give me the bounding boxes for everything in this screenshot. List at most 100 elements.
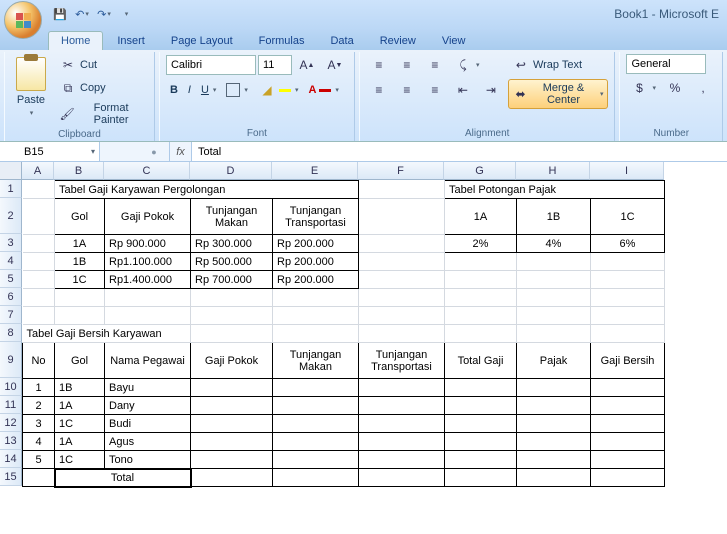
cell[interactable] xyxy=(445,307,517,325)
tab-insert[interactable]: Insert xyxy=(105,32,157,50)
cell[interactable] xyxy=(517,253,591,271)
copy-button[interactable]: ⧉Copy xyxy=(55,77,148,99)
decrease-indent-button[interactable]: ⇤ xyxy=(450,79,476,101)
cell[interactable] xyxy=(359,271,445,289)
cell[interactable] xyxy=(23,235,55,253)
cell[interactable] xyxy=(23,253,55,271)
cell[interactable]: Gaji Pokok xyxy=(191,343,273,379)
cell[interactable]: 3 xyxy=(23,415,55,433)
cell[interactable]: 2% xyxy=(445,235,517,253)
col-header[interactable]: E xyxy=(272,162,358,180)
col-header[interactable]: H xyxy=(516,162,590,180)
cell[interactable]: Rp 900.000 xyxy=(105,235,191,253)
cell[interactable]: Tunjangan Transportasi xyxy=(359,343,445,379)
cell[interactable] xyxy=(517,451,591,469)
cell[interactable] xyxy=(517,397,591,415)
cell[interactable]: No xyxy=(23,343,55,379)
align-middle-button[interactable]: ≡ xyxy=(394,54,420,76)
cell[interactable]: Rp 200.000 xyxy=(273,235,359,253)
cell[interactable]: Rp 700.000 xyxy=(191,271,273,289)
row-header[interactable]: 15 xyxy=(0,468,22,486)
col-header[interactable]: I xyxy=(590,162,664,180)
row-header[interactable]: 13 xyxy=(0,432,22,450)
cell[interactable]: 1A xyxy=(55,235,105,253)
cell[interactable] xyxy=(191,397,273,415)
cell[interactable]: Tono xyxy=(105,451,191,469)
cell[interactable] xyxy=(191,325,273,343)
comma-format-button[interactable]: , xyxy=(690,77,716,99)
col-header[interactable]: C xyxy=(104,162,190,180)
cell[interactable] xyxy=(445,415,517,433)
tab-page-layout[interactable]: Page Layout xyxy=(159,32,245,50)
cell[interactable] xyxy=(591,415,665,433)
row-header[interactable]: 1 xyxy=(0,180,22,198)
underline-button[interactable]: U▾ xyxy=(197,82,220,98)
cell[interactable] xyxy=(517,289,591,307)
cell[interactable] xyxy=(445,379,517,397)
borders-button[interactable]: ▾ xyxy=(222,81,252,99)
cell[interactable] xyxy=(55,307,105,325)
cell[interactable] xyxy=(359,235,445,253)
cell[interactable] xyxy=(191,415,273,433)
save-icon[interactable]: 💾 xyxy=(52,6,68,22)
cell[interactable]: 6% xyxy=(591,235,665,253)
cell[interactable] xyxy=(273,415,359,433)
grow-font-button[interactable]: A▲ xyxy=(294,54,320,76)
cell[interactable] xyxy=(359,451,445,469)
cell[interactable] xyxy=(359,325,445,343)
cell[interactable]: Gaji Pokok xyxy=(105,199,191,235)
cell[interactable]: Nama Pegawai xyxy=(105,343,191,379)
row-header[interactable]: 10 xyxy=(0,378,22,396)
cell[interactable]: Gol xyxy=(55,343,105,379)
cell[interactable] xyxy=(273,325,359,343)
cell[interactable]: 1C xyxy=(55,415,105,433)
row-header[interactable]: 7 xyxy=(0,306,22,324)
office-button[interactable] xyxy=(4,1,42,39)
cell[interactable]: Tabel Gaji Bersih Karyawan xyxy=(23,325,191,343)
cell[interactable] xyxy=(273,433,359,451)
cell[interactable] xyxy=(359,199,445,235)
fill-color-button[interactable]: ◢▾ xyxy=(254,79,303,101)
cell[interactable]: 4% xyxy=(517,235,591,253)
cell[interactable]: 2 xyxy=(23,397,55,415)
font-size-combo[interactable] xyxy=(258,55,292,75)
align-center-button[interactable]: ≡ xyxy=(394,79,420,101)
cell[interactable] xyxy=(445,433,517,451)
cell-selected[interactable]: Total xyxy=(55,469,191,487)
cell[interactable] xyxy=(359,433,445,451)
cell[interactable] xyxy=(191,469,273,487)
cell[interactable]: 1A xyxy=(55,397,105,415)
cell[interactable] xyxy=(591,325,665,343)
cell[interactable] xyxy=(591,271,665,289)
cell[interactable] xyxy=(445,397,517,415)
font-name-combo[interactable] xyxy=(166,55,256,75)
font-color-button[interactable]: A▾ xyxy=(304,82,342,98)
cell[interactable]: Tunjangan Makan xyxy=(191,199,273,235)
cell[interactable]: Dany xyxy=(105,397,191,415)
cell[interactable]: Rp1.100.000 xyxy=(105,253,191,271)
cell[interactable] xyxy=(517,325,591,343)
merge-center-button[interactable]: ⬌Merge & Center▾ xyxy=(508,79,609,109)
cell[interactable] xyxy=(359,397,445,415)
cell[interactable] xyxy=(359,415,445,433)
cell[interactable]: Rp 200.000 xyxy=(273,271,359,289)
italic-button[interactable]: I xyxy=(184,82,195,98)
accounting-format-button[interactable]: $▾ xyxy=(626,77,660,99)
row-header[interactable]: 6 xyxy=(0,288,22,306)
tab-data[interactable]: Data xyxy=(318,32,365,50)
cell[interactable] xyxy=(517,433,591,451)
cell[interactable] xyxy=(359,379,445,397)
select-all-corner[interactable] xyxy=(0,162,22,180)
col-header[interactable]: B xyxy=(54,162,104,180)
tab-formulas[interactable]: Formulas xyxy=(247,32,317,50)
undo-icon[interactable]: ↶▾ xyxy=(74,6,90,22)
col-header[interactable]: A xyxy=(22,162,54,180)
cell[interactable] xyxy=(23,181,55,199)
row-header[interactable]: 11 xyxy=(0,396,22,414)
cell[interactable] xyxy=(591,433,665,451)
tab-view[interactable]: View xyxy=(430,32,478,50)
tab-review[interactable]: Review xyxy=(368,32,428,50)
name-box[interactable]: B15 xyxy=(0,142,100,161)
cell[interactable] xyxy=(445,451,517,469)
cell[interactable] xyxy=(445,271,517,289)
